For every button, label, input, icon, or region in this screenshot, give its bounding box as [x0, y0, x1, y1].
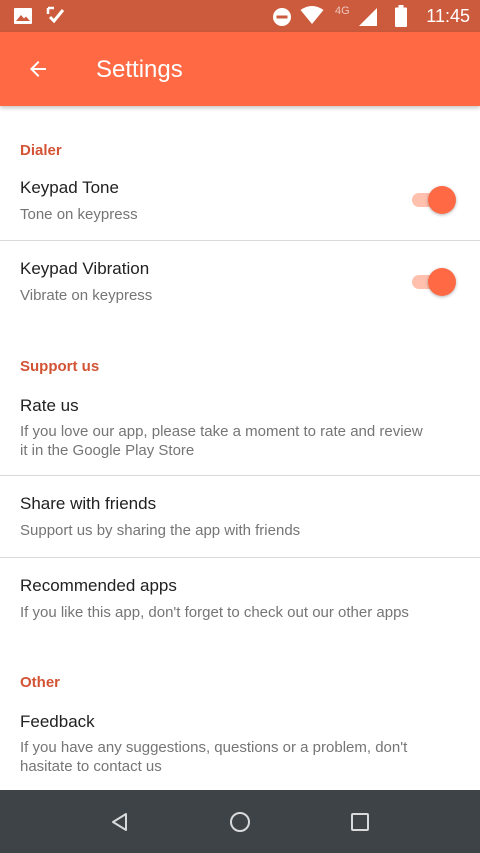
pref-feedback[interactable]: Feedback If you have any suggestions, qu… — [0, 696, 480, 790]
nav-back-button[interactable] — [96, 798, 144, 846]
clock: 11:45 — [426, 6, 470, 26]
pref-keypad-vibration[interactable]: Keypad Vibration Vibrate on keypress — [0, 241, 480, 323]
dnd-icon — [273, 8, 291, 26]
pref-rate-us[interactable]: Rate us If you love our app, please take… — [0, 380, 480, 475]
navigation-bar — [0, 790, 480, 853]
signal-icon — [359, 8, 377, 26]
back-triangle-icon — [112, 813, 127, 831]
pref-summary-line: If you love our app, please take a momen… — [20, 423, 423, 440]
image-icon — [14, 8, 32, 24]
pref-title: Feedback — [20, 712, 95, 731]
status-bar: 4G 11:45 — [0, 0, 480, 32]
section-header-other: Other — [20, 674, 61, 691]
pref-summary: Tone on keypress — [20, 206, 138, 223]
home-circle-icon — [230, 812, 250, 832]
section-header-support: Support us — [20, 358, 100, 375]
battery-icon — [395, 5, 407, 27]
pref-share-with-friends[interactable]: Share with friends Support us by sharing… — [0, 476, 480, 557]
pref-summary: If you like this app, don't forget to ch… — [20, 604, 409, 621]
arrow-back-icon — [30, 61, 46, 77]
nav-home-button[interactable] — [216, 798, 264, 846]
pref-summary-line: If you have any suggestions, questions o… — [20, 739, 408, 756]
back-button[interactable] — [12, 43, 64, 95]
pref-summary: Support us by sharing the app with frien… — [20, 522, 301, 539]
pref-title: Share with friends — [20, 494, 157, 513]
wifi-icon — [300, 6, 324, 24]
network-type-label: 4G — [335, 5, 350, 17]
app-bar: Settings — [0, 32, 480, 106]
keypad-vibration-toggle[interactable] — [412, 268, 456, 296]
pref-title: Rate us — [20, 396, 79, 415]
toggle-thumb — [428, 268, 456, 296]
check-icon — [46, 6, 65, 24]
pref-summary-line: hasitate to contact us — [20, 758, 162, 775]
keypad-tone-toggle[interactable] — [412, 186, 456, 214]
pref-title: Keypad Vibration — [20, 259, 150, 278]
pref-title: Recommended apps — [20, 576, 177, 595]
pref-summary-line: it in the Google Play Store — [20, 442, 195, 459]
pref-title: Keypad Tone — [20, 178, 119, 197]
pref-keypad-tone[interactable]: Keypad Tone Tone on keypress — [0, 164, 480, 240]
nav-recents-button[interactable] — [336, 798, 384, 846]
pref-summary: Vibrate on keypress — [20, 287, 153, 304]
section-header-dialer: Dialer — [20, 142, 62, 159]
recents-square-icon — [351, 813, 369, 831]
pref-recommended-apps[interactable]: Recommended apps If you like this app, d… — [0, 558, 480, 640]
toggle-thumb — [428, 186, 456, 214]
page-title: Settings — [96, 56, 183, 83]
settings-list: Dialer Keypad Tone Tone on keypress Keyp… — [0, 106, 480, 790]
